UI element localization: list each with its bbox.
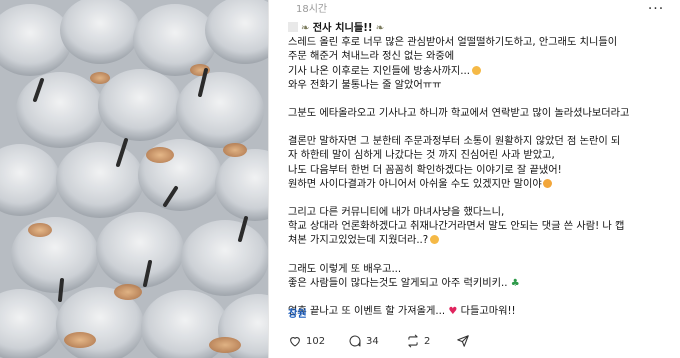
like-count: 102 (306, 335, 326, 347)
clover-icon: ♣ (510, 277, 520, 289)
photo-illustration (0, 0, 268, 358)
share-icon (456, 334, 470, 348)
post-line-text: 좋은 사람들이 많다는것도 알게되고 아주 럭키비키.. (288, 277, 508, 289)
post-line: 스레드 올린 후로 너무 많은 관심받아서 얼떨떨하기도하고, 안그래도 치니들… (288, 37, 618, 49)
post-line: 그분도 에타올라오고 기사나고 하니까 학교에서 연락받고 많이 놀라셨나보더라… (288, 108, 630, 120)
comment-icon (348, 334, 362, 348)
post-line: 나도 다음부터 한번 더 꼼꼼히 확인하겠다는 이야기로 잘 끝냈어! (288, 164, 562, 176)
post-line: 학교 상대라 언론화하겠다고 취재나간거라면서 말도 안되는 댓글 쓴 사람! … (288, 221, 625, 233)
post-body: ❧ 전사 치니들!! ❧ 스레드 올린 후로 너무 많은 관심받아서 얼떨떨하기… (288, 22, 668, 319)
repost-count: 2 (424, 335, 431, 347)
post-line: 주문 해준거 쳐내느라 정신 없는 와중에 (288, 51, 455, 63)
panel-divider (268, 0, 269, 358)
post-timestamp: 18시간 (296, 4, 328, 15)
heart-icon (288, 334, 302, 348)
post-line: 그리고 다른 커뮤니티에 내가 마녀사냥을 했다느니, (288, 207, 505, 219)
smile-emoji-icon (430, 235, 440, 245)
like-button[interactable]: 102 (288, 333, 325, 349)
pleading-emoji-icon (542, 178, 552, 188)
post-line: 그래도 이렇게 또 배우고... (288, 263, 402, 275)
post-headline: 전사 치니들!! (312, 23, 373, 34)
heart-emoji-icon: ♥ (448, 306, 458, 318)
post-line: ❧ 전사 치니들!! ❧ (288, 22, 668, 36)
post-photo[interactable] (0, 0, 268, 358)
post-line: 기사 나온 이후로는 지인들에 방송사까지... (288, 65, 668, 79)
smile-emoji-icon (472, 65, 481, 75)
repost-button[interactable]: 2 (406, 333, 430, 349)
post-line-text: 기사 나온 이후로는 지인들에 방송사까지... (288, 65, 470, 77)
leaf-icon: ❧ (301, 23, 310, 34)
comment-count: 34 (366, 335, 379, 347)
post-line: 좋은 사람들이 많다는것도 알게되고 아주 럭키비키.. ♣ (288, 277, 668, 291)
post-line: 연휴 끝나고 또 이벤트 할 가져올게... ♥ 다들고마워!! (288, 305, 668, 319)
post-line: 자 하한테 말이 심하게 나갔다는 것 까지 진심어린 사과 받았고, (288, 150, 555, 162)
post-line-text: 원하면 사이다결과가 아니어서 아쉬울 수도 있겠지만 말이야 (288, 178, 542, 190)
post-line: 쳐본 가지고있었는데 지웠더라..? (288, 234, 668, 248)
leaf-icon: ❧ (375, 23, 385, 34)
post-line-text: 다들고마워!! (460, 306, 516, 318)
post-actions: 102 34 2 (288, 333, 668, 349)
more-icon: ··· (647, 1, 665, 17)
post-line-text: 쳐본 가지고있었는데 지웠더라..? (288, 235, 429, 247)
post-line: 와우 전화기 불통나는 줄 알았어ㅠㅠ (288, 79, 442, 91)
post-line: 원하면 사이다결과가 아니어서 아쉬울 수도 있겠지만 말이야 (288, 178, 668, 192)
more-options-button[interactable]: ··· (644, 2, 668, 18)
post-line: 결론만 말하자면 그 분한테 주문과정부터 소통이 원활하지 않았던 점 논란이… (288, 136, 621, 148)
author-link[interactable]: 창원 (288, 308, 328, 322)
avatar-placeholder (288, 22, 298, 32)
share-button[interactable] (456, 333, 474, 349)
comment-button[interactable]: 34 (348, 333, 379, 349)
repost-icon (406, 334, 420, 348)
